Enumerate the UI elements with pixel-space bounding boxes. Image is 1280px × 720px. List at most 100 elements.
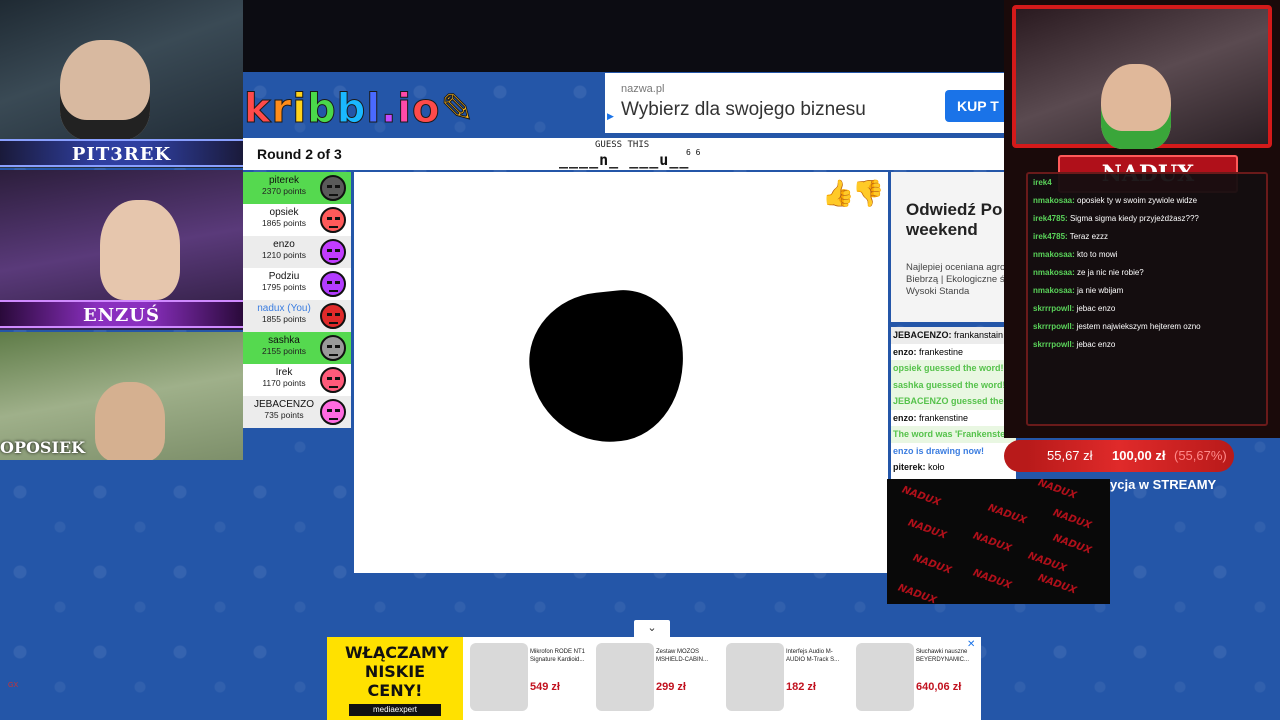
- audio-interface-icon: [726, 643, 784, 711]
- ad-product[interactable]: Mikrofon RODE NT1 Signature Kardioid... …: [464, 637, 586, 720]
- chat-message: piterek: koło: [893, 462, 945, 472]
- player-points: 1865 points: [262, 218, 306, 228]
- stream-chat-line: skrrrpowll: jestem najwiekszym hejterem …: [1033, 322, 1201, 331]
- game-logo[interactable]: kribbl.io✎: [244, 86, 475, 133]
- stream-chat-line: irek4: [1033, 178, 1052, 187]
- ad-product[interactable]: Zestaw MOZOS MSHIELD-CABIN... 299 zł: [590, 637, 710, 720]
- player-row[interactable]: piterek 2370 points: [243, 172, 351, 204]
- player-points: 2155 points: [262, 346, 306, 356]
- ad-url[interactable]: nazwa.pl: [621, 83, 664, 95]
- player-name: sashka: [268, 335, 300, 346]
- avatar: [320, 239, 346, 265]
- product-name: Mikrofon RODE NT1 Signature Kardioid...: [530, 649, 586, 663]
- game-chat: JEBACENZO: frankanstain enzo: frankestin…: [891, 327, 1016, 479]
- corner-tag: GX: [8, 682, 19, 689]
- webcam-nadux: [1012, 5, 1272, 149]
- avatar: [320, 175, 346, 201]
- bottom-ad[interactable]: ⌄ WŁĄCZAMY NISKIE CENY! mediaexpert Mikr…: [327, 620, 981, 720]
- streamer-name-plate: PIT3REK: [0, 139, 243, 167]
- side-ad[interactable]: Odwiedź Po ten weekend Najlepiej ocenian…: [891, 172, 1011, 322]
- player-name-self: nadux (You): [257, 303, 311, 314]
- player-name: opsiek: [269, 207, 299, 218]
- ad-headline-panel[interactable]: WŁĄCZAMY NISKIE CENY! mediaexpert: [327, 637, 463, 720]
- player-row[interactable]: opsiek 1865 points: [243, 204, 351, 236]
- avatar: [320, 303, 346, 329]
- player-name: Irek: [275, 367, 293, 378]
- drawing-stroke: [522, 284, 692, 450]
- pencil-icon: ✎: [440, 86, 475, 133]
- ad-product[interactable]: Interfejs Audio M-AUDIO M-Track S... 182…: [720, 637, 840, 720]
- adchoices-icon[interactable]: ▶: [607, 111, 615, 121]
- player-name: JEBACENZO: [253, 399, 314, 410]
- sound-shield-icon: [596, 643, 654, 711]
- chat-message: enzo: frankestine: [893, 346, 964, 357]
- player-row[interactable]: Podziu 1795 points: [243, 268, 351, 300]
- player-points: 1170 points: [262, 378, 306, 388]
- player-row[interactable]: enzo 1210 points: [243, 236, 351, 268]
- top-ad[interactable]: nazwa.pl Wybierz dla swojego biznesu KUP…: [605, 73, 1015, 133]
- nadux-banner: NADUX NADUX NADUX NADUX NADUX NADUX NADU…: [887, 479, 1110, 604]
- ad-headline: WŁĄCZAMY NISKIE CENY!: [345, 643, 449, 700]
- avatar: [320, 367, 346, 393]
- stream-chat-line: irek4785: Sigma sigma kiedy przyjeżdżasz…: [1033, 214, 1199, 223]
- stream-chat-line: nmakosaa: ja nie wbijam: [1033, 286, 1124, 295]
- side-ad-description: Najlepiej oceniana agrotu nad Biebrzą | …: [906, 262, 1011, 297]
- player-points: 1210 points: [262, 250, 306, 260]
- product-price: 182 zł: [786, 681, 816, 693]
- chat-system-message: opsiek guessed the word!: [891, 360, 1016, 377]
- microphone-icon: [470, 643, 528, 711]
- player-points: 2370 points: [262, 186, 306, 196]
- ad-product[interactable]: Słuchawki nauszne BEYERDYNAMIC... 640,06…: [850, 637, 970, 720]
- word-hint: ____n_ ___u__: [559, 151, 690, 169]
- player-name: enzo: [273, 239, 295, 250]
- ad-brand: mediaexpert: [349, 704, 441, 716]
- ad-title[interactable]: Wybierz dla swojego biznesu: [621, 99, 866, 121]
- avatar: [320, 399, 346, 425]
- stream-chat: irek4 nmakosaa: oposiek ty w swoim zywio…: [1026, 172, 1268, 426]
- stream-chat-line: nmakosaa: oposiek ty w swoim zywiole wid…: [1033, 196, 1198, 205]
- player-row[interactable]: nadux (You) 1855 points: [243, 300, 351, 332]
- player-points: 1855 points: [262, 314, 306, 324]
- player-name: piterek: [268, 175, 299, 186]
- player-row[interactable]: JEBACENZO 735 points: [243, 396, 351, 428]
- product-price: 549 zł: [530, 681, 560, 693]
- player-row[interactable]: sashka 2155 points: [243, 332, 351, 364]
- close-icon[interactable]: ✕: [967, 639, 975, 650]
- product-price: 299 zł: [656, 681, 686, 693]
- avatar: [320, 271, 346, 297]
- product-name: Zestaw MOZOS MSHIELD-CABIN...: [656, 649, 709, 663]
- collapse-ad-button[interactable]: ⌄: [634, 620, 670, 637]
- guess-label: GUESS THIS: [595, 140, 650, 150]
- drawing-canvas[interactable]: 👍 👎: [354, 172, 888, 573]
- player-row[interactable]: Irek 1170 points: [243, 364, 351, 396]
- chat-message: enzo: frankenstine: [893, 412, 969, 423]
- streamer-name-plate: ENZUŚ: [0, 300, 243, 328]
- side-ad-heading[interactable]: Odwiedź Po ten weekend: [906, 200, 1011, 240]
- thumbs-down-icon[interactable]: 👎: [852, 178, 884, 209]
- stream-chat-line: nmakosaa: ze ja nic nie robie?: [1033, 268, 1144, 277]
- product-name: Słuchawki nauszne BEYERDYNAMIC...: [916, 649, 970, 663]
- chat-system-message: The word was 'Frankenstein': [891, 426, 1016, 443]
- round-indicator: Round 2 of 3: [257, 146, 342, 162]
- streamer-figure: [100, 200, 180, 300]
- donation-goal-bar: 55,67 zł 100,00 zł (55,67%): [1004, 440, 1234, 472]
- chevron-down-icon: ⌄: [647, 622, 657, 634]
- word-length-counts: 6 6: [686, 148, 701, 157]
- round-bar: Round 2 of 3 GUESS THIS ____n_ ___u__ 6 …: [243, 138, 1008, 170]
- stream-chat-line: nmakosaa: kto to mowi: [1033, 250, 1118, 259]
- streamer-figure: [95, 382, 165, 460]
- stream-chat-line: irek4785: Teraz ezzz: [1033, 232, 1109, 241]
- streamer-name-plate: OPOSIEK: [0, 438, 86, 457]
- thumbs-up-icon[interactable]: 👍: [822, 178, 854, 209]
- chat-system-message: JEBACENZO guessed the word!: [891, 393, 1016, 410]
- stream-chat-line: skrrrpowll: jebac enzo: [1033, 304, 1116, 313]
- chat-system-message: sashka guessed the word!: [891, 376, 1016, 393]
- webcam-pit3rek: PIT3REK: [0, 0, 243, 168]
- avatar: [320, 335, 346, 361]
- chat-message: JEBACENZO: frankanstain: [891, 327, 1016, 344]
- player-name: Podziu: [268, 271, 300, 282]
- player-list: piterek 2370 points opsiek 1865 points e…: [243, 172, 351, 428]
- streamer-figure: [1101, 64, 1171, 149]
- stream-chat-line: skrrrpowll: jebac enzo: [1033, 340, 1116, 349]
- product-price: 640,06 zł: [916, 681, 962, 693]
